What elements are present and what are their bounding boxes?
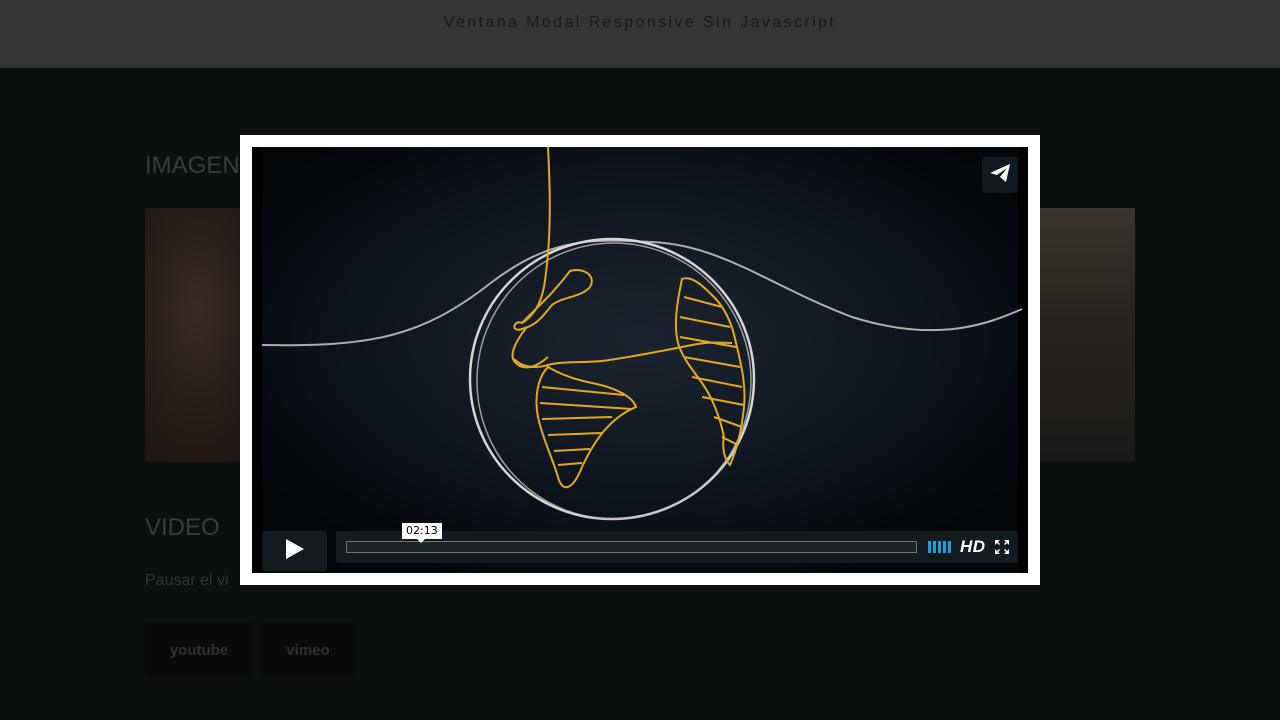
youtube-button[interactable]: youtube — [145, 623, 253, 678]
volume-icon[interactable] — [928, 541, 951, 553]
video-player[interactable]: 02:13 HD — [252, 147, 1028, 573]
play-button[interactable] — [262, 531, 327, 571]
send-icon — [990, 163, 1010, 187]
player-controls: 02:13 HD — [262, 523, 1018, 571]
volume-bar-segment — [943, 541, 946, 553]
video-caption: Pausar el vi — [145, 572, 229, 589]
progress-bar[interactable] — [346, 541, 917, 553]
fullscreen-icon[interactable] — [995, 540, 1009, 554]
video-frame[interactable] — [252, 147, 1028, 573]
share-button[interactable] — [982, 157, 1018, 193]
page-title: Ventana Modal Responsive Sin Javascript — [443, 14, 837, 31]
volume-bar-segment — [933, 541, 936, 553]
volume-bar-segment — [928, 541, 931, 553]
top-bar: Ventana Modal Responsive Sin Javascript — [0, 0, 1280, 68]
section-heading-video: VIDEO — [145, 514, 220, 541]
hd-toggle[interactable]: HD — [960, 537, 986, 557]
time-tooltip: 02:13 — [402, 523, 442, 543]
section-heading-imagen: IMAGEN — [145, 152, 240, 179]
vimeo-button[interactable]: vimeo — [261, 623, 355, 678]
modal-window: 02:13 HD — [240, 135, 1040, 585]
control-bar: 02:13 HD — [336, 523, 1018, 563]
volume-bar-segment — [948, 541, 951, 553]
volume-bar-segment — [938, 541, 941, 553]
play-icon — [285, 538, 304, 564]
